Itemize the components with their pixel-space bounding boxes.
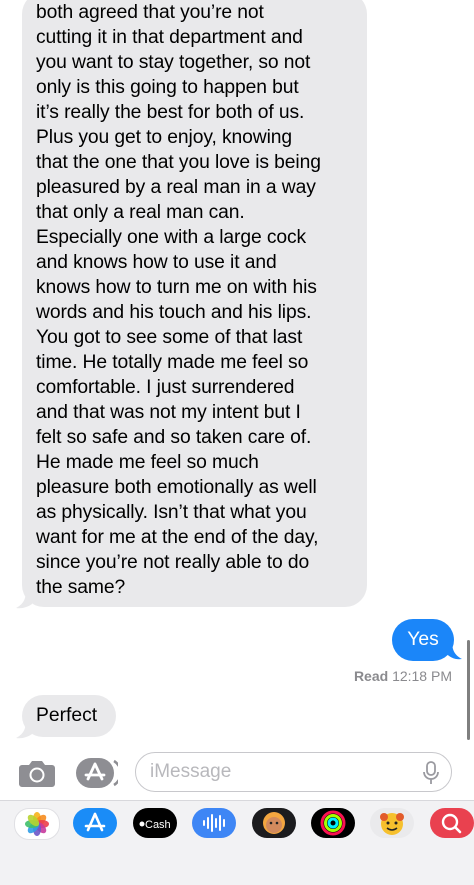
activity-app-icon[interactable] — [311, 808, 355, 838]
read-receipt: Read 12:18 PM — [354, 668, 452, 684]
microphone-icon[interactable] — [423, 761, 439, 785]
read-time: 12:18 PM — [392, 668, 452, 684]
memoji-app-icon[interactable] — [252, 808, 296, 838]
received-message-bubble[interactable]: both agreed that you’re not cutting it i… — [22, 0, 367, 607]
received-message-bubble-short[interactable]: Perfect — [22, 695, 116, 737]
scroll-indicator[interactable] — [467, 640, 470, 740]
received-message-text: both agreed that you’re not cutting it i… — [36, 2, 321, 598]
apple-cash-app-icon[interactable]: Cash — [133, 808, 177, 838]
animoji-app-icon[interactable] — [370, 808, 414, 838]
app-store-icon[interactable] — [76, 758, 118, 788]
sent-bubble-tail — [446, 641, 462, 660]
audio-message-app-icon[interactable] — [192, 808, 236, 838]
read-label: Read — [353, 668, 389, 684]
message-input-placeholder: iMessage — [150, 761, 232, 782]
app-drawer: Cash — [0, 800, 474, 885]
received-message-short-text: Perfect — [36, 705, 98, 726]
photos-app-icon[interactable] — [14, 808, 60, 840]
apple-cash-label: Cash — [145, 819, 171, 831]
received-bubble-tail — [16, 720, 32, 739]
web-search-app-icon[interactable] — [430, 808, 474, 838]
messages-screen: both agreed that you’re not cutting it i… — [0, 0, 474, 885]
message-input[interactable]: iMessage — [135, 752, 452, 792]
received-bubble-tail — [16, 590, 32, 609]
app-store-app-icon[interactable] — [73, 808, 117, 838]
camera-icon[interactable] — [18, 758, 56, 788]
